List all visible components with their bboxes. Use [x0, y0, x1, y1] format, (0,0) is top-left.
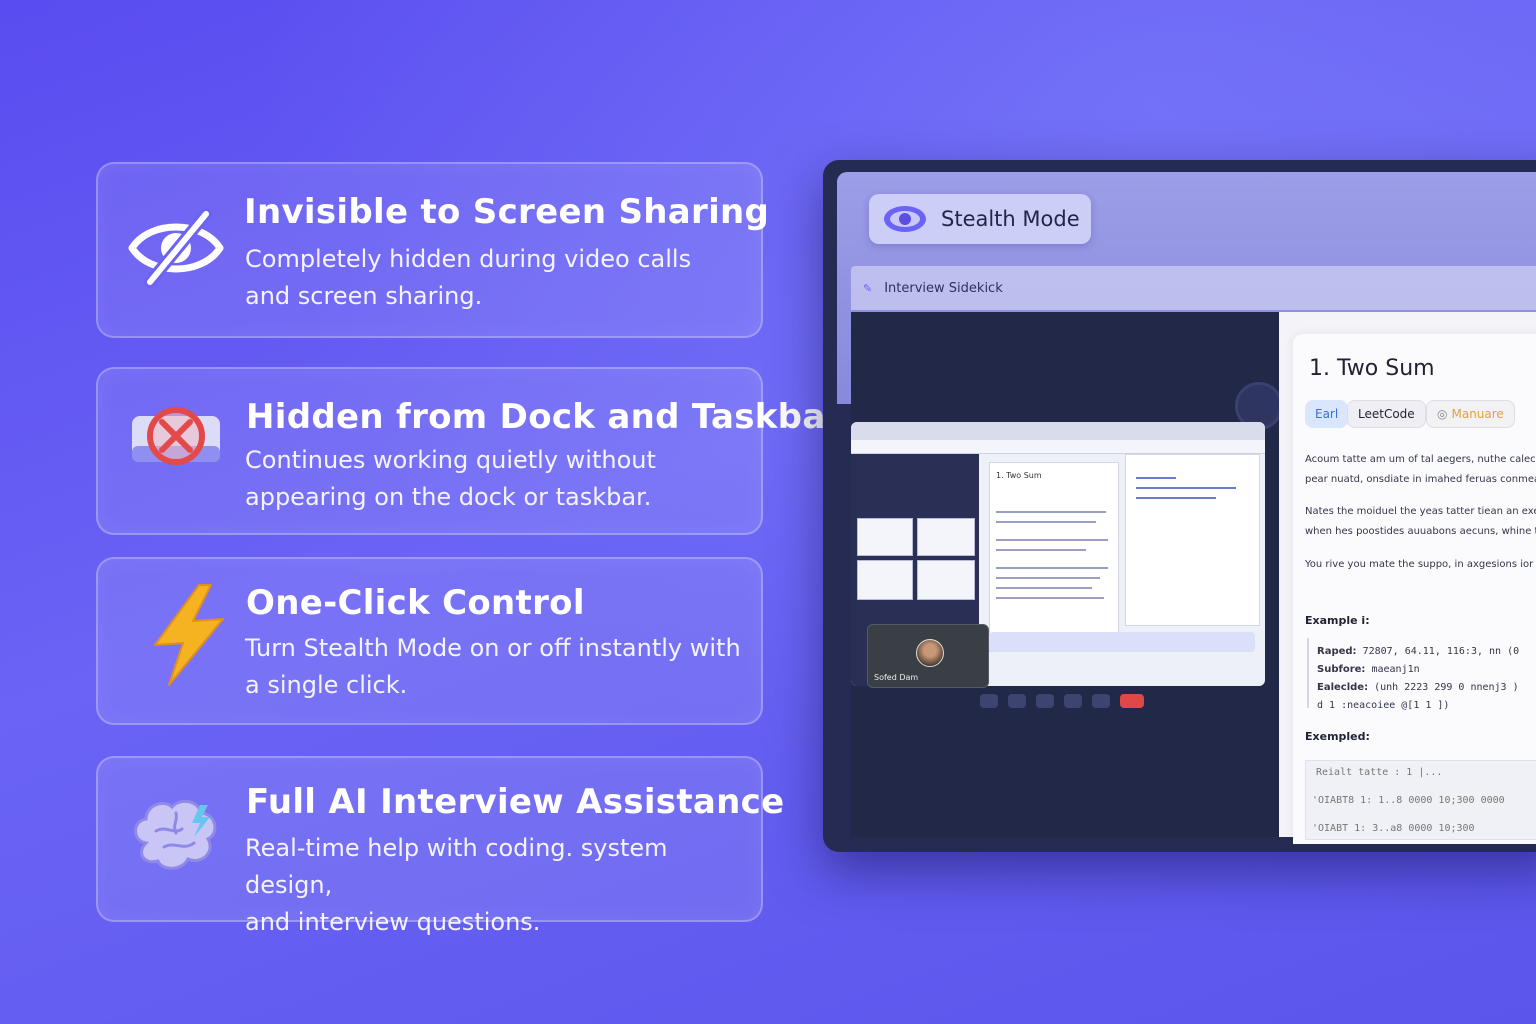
preview-text-line	[996, 577, 1100, 579]
preview-chat-input	[989, 632, 1255, 652]
preview-text-line	[996, 567, 1108, 569]
difficulty-tag[interactable]: Earl	[1305, 400, 1349, 428]
end-call-button[interactable]	[1120, 694, 1144, 708]
source-tag[interactable]: LeetCode	[1347, 400, 1426, 428]
preview-text-line	[996, 587, 1092, 589]
feature-description: Completely hidden during video calls and…	[245, 245, 692, 310]
more-button[interactable]	[1092, 694, 1110, 708]
output-box: Reialt tatte : 1 |... 'OIABT8 1: 1..8 00…	[1305, 760, 1536, 840]
preview-tabs	[851, 422, 1265, 440]
example-bar	[1307, 638, 1309, 708]
sidekick-titlebar: ✎ Interview Sidekick	[851, 266, 1536, 310]
camera-button[interactable]	[1008, 694, 1026, 708]
feature-title: Hidden from Dock and Taskbar	[246, 397, 843, 437]
output-line: Reialt tatte : 1 |...	[1316, 767, 1443, 778]
app-window: Stealth Mode ✎ Interview Sidekick 1. Two…	[823, 160, 1536, 852]
preview-thumbnail	[917, 560, 975, 600]
participant-name: Sofed Dam	[874, 673, 919, 682]
output-line: 'OIABT8 1: 1..8 0000 10;300 0000	[1312, 795, 1505, 806]
preview-text-line	[996, 539, 1108, 541]
feature-title: Full AI Interview Assistance	[246, 782, 785, 822]
preview-code-line	[1136, 477, 1176, 479]
brain-icon	[126, 786, 226, 886]
problem-text: Acoum tatte am um of tal aegers, nuthe c…	[1305, 454, 1536, 465]
feature-card-dock-taskbar: Hidden from Dock and Taskbar Continues w…	[96, 367, 842, 535]
preview-code-editor	[1125, 454, 1260, 626]
problem-text: You rive you mate the suppo, in axgesion…	[1305, 559, 1536, 570]
mode-tag-label: Manuare	[1451, 407, 1504, 421]
feature-description: Turn Stealth Mode on or off instantly wi…	[245, 634, 741, 699]
problem-text: pear nuatd, onsdiate in imahed feruas co…	[1305, 474, 1536, 485]
feature-title: One-Click Control	[246, 583, 585, 623]
problem-text: when hes poostides auuabons aecuns, whin…	[1305, 526, 1536, 537]
preview-text-line	[996, 511, 1106, 513]
assistant-panel: 1. Two Sum Earl LeetCode ◎ Manuare Acoum…	[1279, 312, 1536, 844]
problem-text: Nates the moiduel the yeas tatter tiean …	[1305, 506, 1536, 517]
mode-tag-icon: ◎	[1437, 407, 1448, 421]
call-controls	[980, 694, 1144, 708]
output-line: 'OIABT 1: 3..a8 0000 10;300	[1312, 823, 1475, 834]
preview-text-line	[996, 549, 1086, 551]
example-line: Raped: 72807, 64.11, 116:3, nn (0	[1317, 646, 1520, 657]
preview-thumbnail	[857, 560, 913, 600]
dock-blocked-icon	[126, 387, 226, 487]
stealth-mode-toggle[interactable]: Stealth Mode	[869, 194, 1091, 244]
feature-description: Real-time help with coding. system desig…	[245, 834, 668, 936]
participant-avatar	[916, 639, 944, 667]
preview-code-line	[1136, 487, 1236, 489]
eye-off-icon	[126, 198, 226, 298]
preview-thumbnail	[917, 518, 975, 556]
problem-card: 1. Two Sum Earl LeetCode ◎ Manuare Acoum…	[1293, 334, 1536, 844]
problem-title: 1. Two Sum	[1309, 356, 1435, 381]
feature-card-one-click: One-Click Control Turn Stealth Mode on o…	[96, 557, 763, 725]
example-line: Subfore: maeanj1n	[1317, 664, 1420, 675]
preview-doc-title: 1. Two Sum	[996, 471, 1042, 480]
example-line: d 1 :neacoiee @[1 1 ])	[1317, 700, 1450, 711]
mode-tag[interactable]: ◎ Manuare	[1426, 400, 1515, 428]
feature-card-ai-assistance: Full AI Interview Assistance Real-time h…	[96, 756, 784, 936]
stealth-eye-icon	[883, 204, 927, 234]
preview-text-line	[996, 597, 1104, 599]
sidekick-logo-icon: ✎	[863, 281, 873, 295]
example-line: Ealeclde: (unh 2223 299 0 nnenj3 )	[1317, 682, 1519, 693]
preview-thumbnail	[857, 518, 913, 556]
sidekick-title: Interview Sidekick	[884, 280, 1003, 296]
share-button[interactable]	[980, 694, 998, 708]
feature-card-screen-sharing: Invisible to Screen Sharing Completely h…	[96, 162, 769, 338]
feature-description: Continues working quietly without appear…	[245, 446, 656, 511]
mic-button[interactable]	[1036, 694, 1054, 708]
preview-code-line	[1136, 497, 1216, 499]
lightning-icon	[136, 584, 236, 686]
feature-title: Invisible to Screen Sharing	[244, 192, 770, 232]
stealth-mode-label: Stealth Mode	[941, 207, 1080, 231]
preview-text-line	[996, 521, 1096, 523]
exampled-heading: Exempled:	[1305, 730, 1370, 743]
video-participant-tile: Sofed Dam	[867, 624, 989, 688]
chat-button[interactable]	[1064, 694, 1082, 708]
preview-problem-doc: 1. Two Sum	[989, 462, 1119, 652]
preview-url-bar	[851, 440, 1265, 454]
example-heading: Example i:	[1305, 614, 1370, 627]
